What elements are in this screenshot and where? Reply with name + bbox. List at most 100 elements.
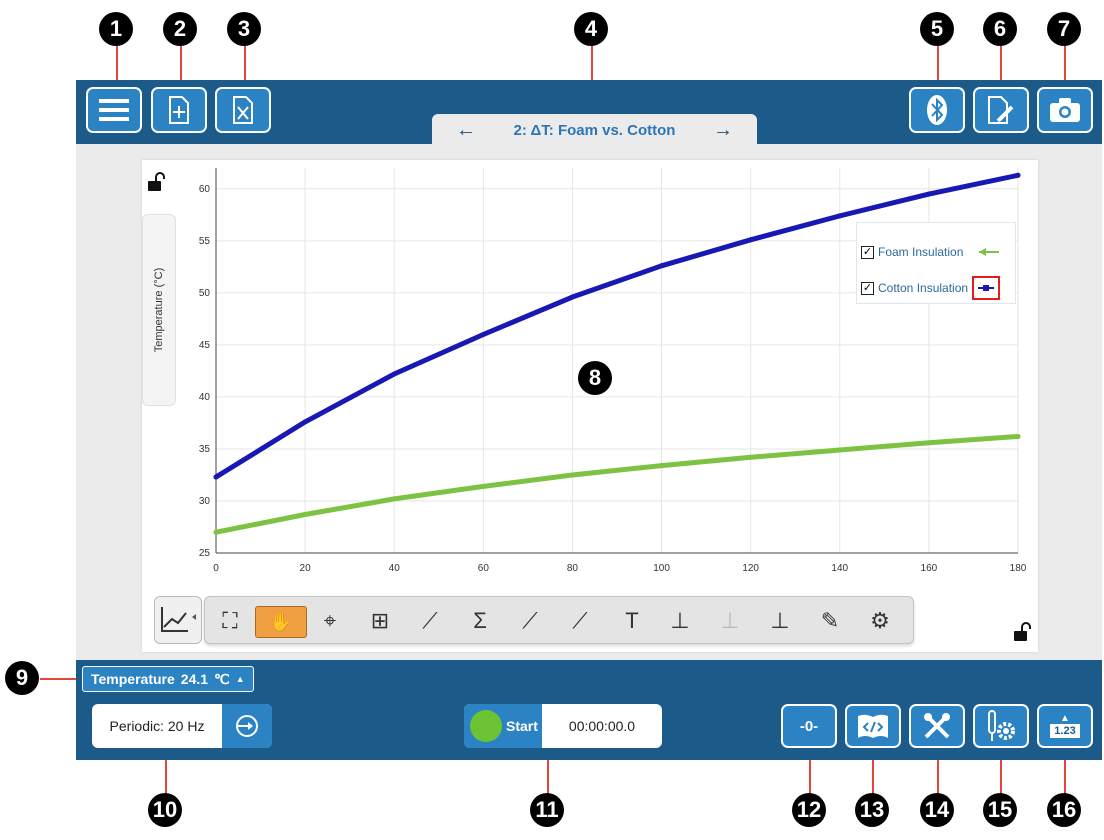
square-marker-icon [978, 285, 995, 291]
data-point [748, 237, 754, 243]
callout-4: 4 [574, 12, 608, 46]
close-file-icon [233, 96, 253, 124]
pan-select-icon[interactable]: ✋ [255, 606, 307, 638]
unlock-icon [1014, 622, 1031, 641]
collection-timer: 00:00:00.0 [568, 718, 636, 734]
data-point [391, 371, 397, 377]
callout-5: 5 [920, 12, 954, 46]
collection-control: Start 00:00:00.0 [464, 704, 662, 748]
callout-13: 13 [855, 793, 889, 827]
legend-label: Cotton Insulation [878, 281, 969, 295]
autoscale-icon[interactable]: ⛶ [215, 606, 245, 636]
callout-7: 7 [1047, 12, 1081, 46]
data-point [659, 463, 665, 469]
callout-2: 2 [163, 12, 197, 46]
y-tick-label: 55 [199, 236, 211, 247]
bluetooth-icon [927, 95, 947, 125]
add-plot-icon[interactable]: ⊥ [765, 606, 795, 636]
legend-item-foam[interactable]: ✓ Foam Insulation [861, 245, 1003, 259]
caret-up-icon: ▲ [235, 674, 245, 684]
checkbox-checked-icon[interactable]: ✓ [861, 281, 874, 295]
data-point [391, 496, 397, 502]
x-tick-label: 60 [478, 563, 490, 574]
meter-display-button[interactable]: ▲ 1.23 [1037, 704, 1093, 748]
chart-legend: ✓ Foam Insulation ✓ Cotton Insulation [856, 222, 1016, 304]
data-point [569, 472, 575, 478]
x-tick-label: 140 [831, 563, 848, 574]
data-point [213, 529, 219, 535]
curve-fit-scatter-icon[interactable]: ⟋ [565, 606, 595, 636]
main-menu-button[interactable] [86, 87, 142, 133]
callout-9: 9 [5, 661, 39, 695]
legend-item-cotton[interactable]: ✓ Cotton Insulation [861, 276, 1001, 300]
y-tick-label: 25 [199, 548, 211, 559]
data-point [659, 263, 665, 269]
draw-prediction-icon[interactable]: ✎ [815, 606, 845, 636]
y-axis-label: Temperature (°C) [153, 267, 165, 353]
data-point [1015, 172, 1021, 178]
document-pen-icon [988, 96, 1014, 124]
settings-gear-icon[interactable]: ⚙ [865, 606, 895, 636]
zero-sensor-button[interactable]: -0- [781, 704, 837, 748]
start-button[interactable]: Start [464, 704, 542, 748]
callout-line-10 [165, 754, 167, 794]
legend-label: Foam Insulation [878, 245, 964, 259]
temperature-meter-button[interactable]: Temperature 24.1 ℃ ▲ [82, 666, 254, 692]
examine-icon[interactable]: ⌖ [315, 606, 345, 636]
callout-8: 8 [578, 361, 612, 395]
meter-display-icon: ▲ 1.23 [1050, 713, 1080, 738]
data-point [302, 512, 308, 517]
close-file-button[interactable] [215, 87, 271, 133]
graph-options-icon [161, 607, 196, 632]
x-tick-label: 180 [1010, 563, 1027, 574]
y-tick-label: 35 [199, 444, 211, 455]
code-journal-icon [858, 714, 888, 738]
meter-value: 24.1 [180, 671, 209, 687]
callout-12: 12 [792, 793, 826, 827]
curve-fit-icon[interactable]: ⟋ [415, 606, 445, 636]
zero-label: -0- [799, 717, 819, 735]
annotate-button[interactable] [973, 87, 1029, 133]
arrow-left-icon[interactable]: ← [456, 119, 476, 142]
camera-icon [1050, 98, 1080, 122]
x-tick-label: 80 [567, 563, 579, 574]
x-tick-label: 40 [389, 563, 401, 574]
annotation-text-icon[interactable]: T [617, 606, 647, 636]
bluetooth-button[interactable] [909, 87, 965, 133]
sensor-gear-icon [988, 710, 1015, 741]
sensor-settings-button[interactable] [973, 704, 1029, 748]
callout-10: 10 [148, 793, 182, 827]
data-point [1015, 433, 1021, 439]
checkbox-checked-icon[interactable]: ✓ [861, 245, 874, 259]
x-tick-label: 100 [653, 563, 670, 574]
graph-options-button[interactable] [154, 596, 202, 644]
add-y-axis-icon[interactable]: ⊥ [665, 606, 695, 636]
sampling-options-button[interactable] [222, 704, 272, 748]
meter-label: Temperature [91, 671, 175, 687]
new-file-button[interactable] [151, 87, 207, 133]
x-tick-label: 20 [300, 563, 312, 574]
statistics-icon[interactable]: Σ [465, 606, 495, 636]
sampling-mode-control[interactable]: Periodic: 20 Hz [92, 704, 272, 748]
tools-button[interactable] [909, 704, 965, 748]
callout-11: 11 [530, 793, 564, 827]
legend-marker-highlight[interactable] [972, 276, 1001, 300]
x-axis-lock-button[interactable] [1012, 622, 1032, 647]
wrench-screwdriver-icon [924, 713, 950, 739]
sampling-options-icon [236, 715, 258, 737]
tangent-icon[interactable]: ⊞ [365, 606, 395, 636]
code-journal-button[interactable] [845, 704, 901, 748]
remove-y-axis-icon[interactable]: ⊥ [715, 606, 745, 636]
arrow-left-marker-icon [979, 248, 1000, 256]
sampling-mode-label: Periodic: 20 Hz [109, 718, 205, 734]
caret-up-icon: ▲ [1060, 713, 1070, 724]
callout-3: 3 [227, 12, 261, 46]
linear-fit-icon[interactable]: ⟋ [515, 606, 545, 636]
page-title[interactable]: 2: ΔT: Foam vs. Cotton [514, 122, 676, 139]
callout-1: 1 [99, 12, 133, 46]
y-axis-lock-button[interactable] [146, 172, 166, 197]
y-tick-label: 40 [199, 392, 211, 403]
unlock-icon [148, 172, 165, 191]
camera-button[interactable] [1037, 87, 1093, 133]
arrow-right-icon[interactable]: → [713, 119, 733, 142]
